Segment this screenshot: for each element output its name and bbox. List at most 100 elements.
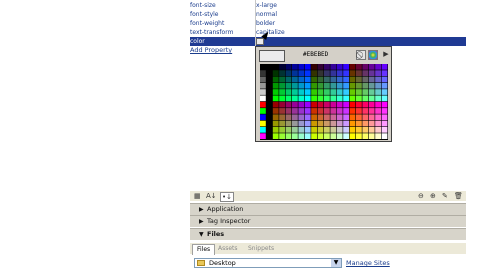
property-name: text-transform — [190, 29, 234, 36]
property-name: font-weight — [190, 20, 225, 27]
panel-files[interactable]: ▼ Files — [190, 228, 466, 240]
color-swatch-cell — [324, 133, 330, 139]
color-picker-popup: #EBEBED ⃠ ▶ — [255, 46, 392, 142]
color-swatch-cell — [285, 108, 292, 114]
color-swatch-cell — [324, 108, 330, 114]
color-swatch-cell — [336, 127, 343, 133]
color-swatch-cell — [336, 64, 343, 70]
color-swatch-cell — [349, 76, 356, 83]
color-swatch-cell — [343, 133, 349, 139]
property-value[interactable]: x-large — [256, 1, 277, 10]
color-swatch-cell — [375, 127, 381, 133]
right-blank-area — [466, 0, 480, 270]
color-swatch-cell — [279, 95, 285, 102]
color-swatch-cell — [349, 120, 356, 127]
add-property-link[interactable]: Add Property — [190, 46, 232, 54]
color-swatch-cell — [368, 70, 375, 76]
color-swatch-cell — [349, 89, 356, 95]
color-swatch-cell — [381, 127, 388, 133]
color-swatch-cell — [272, 120, 279, 127]
color-swatch-cell — [356, 76, 362, 83]
color-swatch-cell — [375, 70, 381, 76]
left-blank-area — [0, 0, 186, 270]
color-swatch-cell — [356, 108, 362, 114]
color-swatch-cell — [349, 95, 356, 102]
color-swatch-cell — [317, 70, 324, 76]
property-row-text-transform[interactable]: text-transform capitalize — [190, 28, 466, 37]
property-value[interactable]: bolder — [256, 19, 275, 28]
color-swatch-cell — [336, 101, 343, 108]
color-swatch-cell — [324, 76, 330, 83]
color-swatch-cell — [317, 127, 324, 133]
color-swatch-cell — [362, 82, 369, 89]
swatch-grid-canvas[interactable] — [260, 64, 388, 140]
color-swatch-cell — [330, 76, 337, 83]
manage-sites-link[interactable]: Manage Sites — [346, 259, 390, 267]
no-color-icon[interactable]: ⃠ — [356, 50, 366, 60]
property-value[interactable]: normal — [256, 10, 277, 19]
files-location-bar: Desktop ▼ Manage Sites — [190, 255, 466, 270]
delete-rule-icon[interactable]: 🗑 — [454, 192, 463, 200]
property-row-font-weight[interactable]: font-weight bolder — [190, 19, 466, 28]
edit-rule-icon[interactable]: ✎ — [442, 192, 448, 200]
color-swatch-cell — [304, 120, 311, 127]
color-swatch-cell — [317, 89, 324, 95]
color-swatch-cell — [285, 76, 292, 83]
color-swatch-grid[interactable] — [260, 64, 388, 140]
property-row-font-size[interactable]: font-size x-large — [190, 1, 466, 10]
panel-tag-inspector[interactable]: ▶ Tag Inspector — [190, 215, 466, 227]
color-swatch-cell — [356, 64, 362, 70]
sort-alpha-icon[interactable]: A↓ — [206, 192, 217, 200]
panel-application[interactable]: ▶ Application — [190, 203, 466, 215]
color-swatch-cell — [272, 95, 279, 102]
color-swatch-cell — [311, 114, 317, 121]
color-swatch-cell — [285, 101, 292, 108]
color-swatch-cell — [298, 89, 305, 95]
color-swatch-cell — [336, 82, 343, 89]
show-category-view-icon[interactable]: ▦ — [194, 192, 201, 200]
color-swatch-cell — [375, 95, 381, 102]
color-swatch-cell — [279, 76, 285, 83]
color-swatch-cell — [362, 64, 369, 70]
color-swatch-cell — [336, 76, 343, 83]
color-swatch-cell — [368, 101, 375, 108]
color-swatch-cell — [368, 95, 375, 102]
color-swatch-button[interactable] — [256, 38, 264, 45]
attach-stylesheet-icon[interactable]: ⊖ — [418, 192, 424, 200]
property-row-color[interactable]: color — [190, 37, 466, 46]
color-swatch-cell — [272, 133, 279, 139]
color-swatch-cell — [292, 76, 298, 83]
color-swatch-cell — [272, 70, 279, 76]
color-swatch-cell — [330, 133, 337, 139]
color-swatch-cell — [304, 70, 311, 76]
files-tabbar: Files Assets Snippets — [190, 243, 466, 255]
color-swatch-cell — [292, 95, 298, 102]
tab-assets[interactable]: Assets — [214, 244, 242, 254]
color-swatch-cell — [362, 127, 369, 133]
site-location-dropdown[interactable]: Desktop ▼ — [194, 258, 342, 268]
color-swatch-cell — [285, 70, 292, 76]
color-swatch-cell — [260, 101, 266, 108]
color-swatch-cell — [272, 114, 279, 121]
property-row-font-style[interactable]: font-style normal — [190, 10, 466, 19]
color-swatch-cell — [349, 70, 356, 76]
color-wheel-icon[interactable] — [368, 50, 378, 60]
color-swatch-cell — [279, 120, 285, 127]
color-swatch-cell — [336, 114, 343, 121]
color-swatch-cell — [292, 127, 298, 133]
show-set-props-icon[interactable]: •↓ — [220, 192, 234, 202]
color-swatch-cell — [311, 101, 317, 108]
color-swatch-cell — [324, 95, 330, 102]
color-swatch-cell — [330, 82, 337, 89]
new-rule-icon[interactable]: ⊕ — [430, 192, 436, 200]
color-swatch-cell — [304, 101, 311, 108]
color-swatch-cell — [298, 133, 305, 139]
tab-files[interactable]: Files — [192, 244, 216, 255]
right-arrow-icon[interactable]: ▶ — [381, 50, 391, 60]
color-swatch-cell — [292, 120, 298, 127]
chevron-down-icon[interactable]: ▼ — [331, 259, 341, 267]
tab-snippets[interactable]: Snippets — [244, 244, 278, 254]
property-name: color — [190, 38, 205, 45]
color-swatch-cell — [311, 95, 317, 102]
color-swatch-cell — [343, 64, 349, 70]
